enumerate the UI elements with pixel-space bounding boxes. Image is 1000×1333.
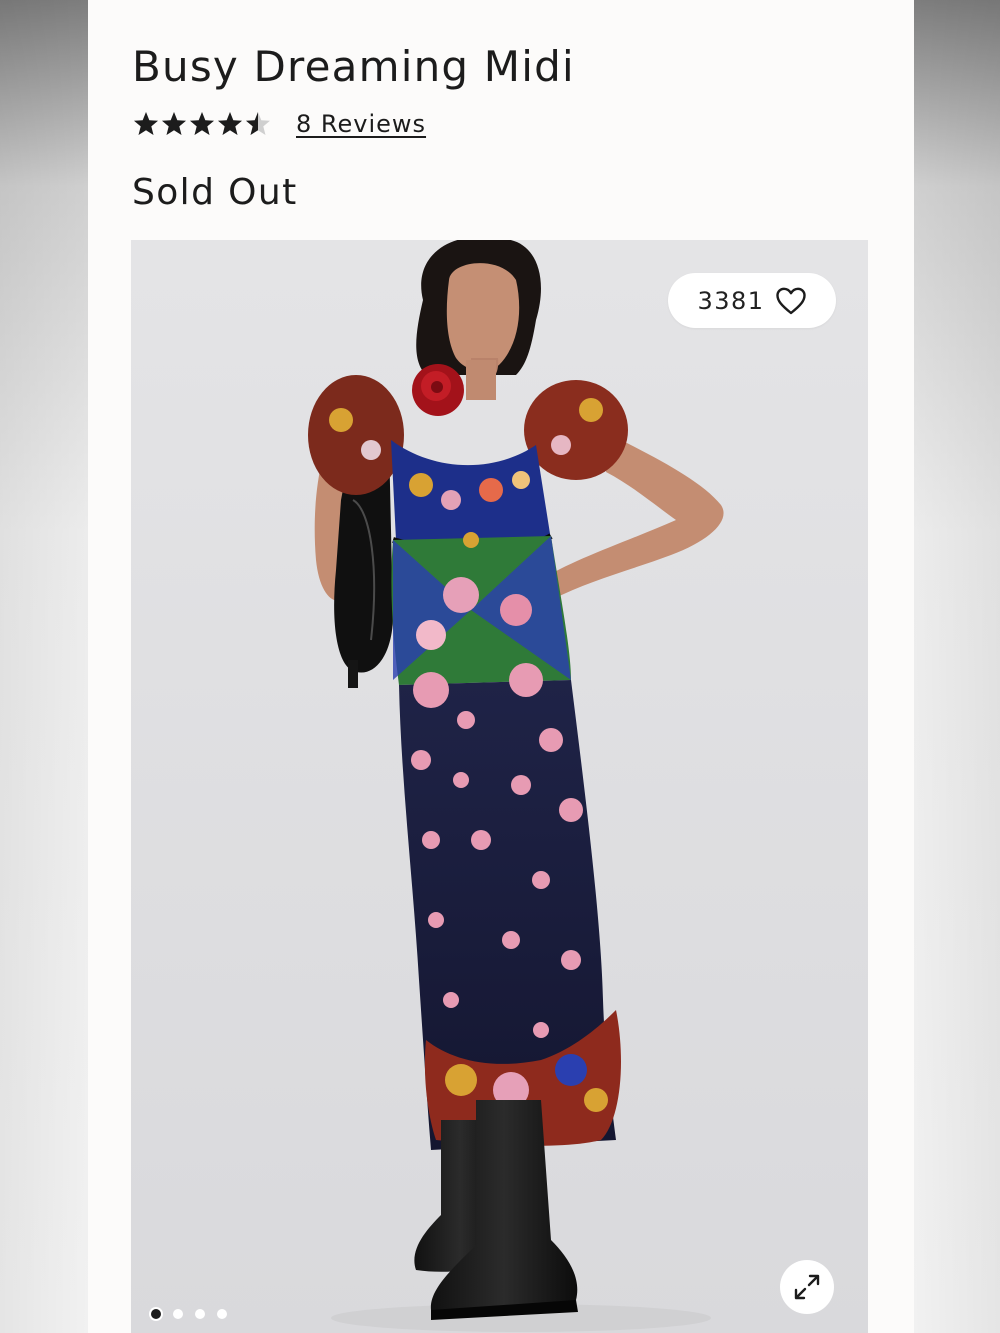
product-title: Busy Dreaming Midi xyxy=(132,42,575,91)
backdrop-right-edge xyxy=(914,0,1000,1333)
availability-status: Sold Out xyxy=(132,172,298,213)
expand-arrows-icon xyxy=(794,1274,820,1300)
favorite-button[interactable]: 3381 xyxy=(668,273,836,328)
expand-image-button[interactable] xyxy=(780,1260,834,1314)
heart-outline-icon xyxy=(775,287,806,314)
star-icon xyxy=(246,112,270,135)
star-icon xyxy=(134,112,158,135)
product-image-gallery[interactable]: 3381 xyxy=(131,240,868,1333)
gallery-dot[interactable] xyxy=(151,1309,161,1319)
gallery-dot[interactable] xyxy=(217,1309,227,1319)
star-rating xyxy=(132,110,272,138)
product-card: Busy Dreaming Midi 8 Reviews Sold Out 33… xyxy=(88,0,914,1333)
star-icon xyxy=(162,112,186,135)
gallery-dot[interactable] xyxy=(195,1309,205,1319)
gallery-pagination xyxy=(151,1309,227,1319)
favorite-count: 3381 xyxy=(697,286,765,315)
backdrop-left-edge xyxy=(0,0,88,1333)
gallery-dot[interactable] xyxy=(173,1309,183,1319)
product-photo xyxy=(131,240,868,1333)
rating-row: 8 Reviews xyxy=(132,104,426,144)
star-icon xyxy=(190,112,214,135)
reviews-link[interactable]: 8 Reviews xyxy=(296,110,426,138)
star-icon xyxy=(218,112,242,135)
